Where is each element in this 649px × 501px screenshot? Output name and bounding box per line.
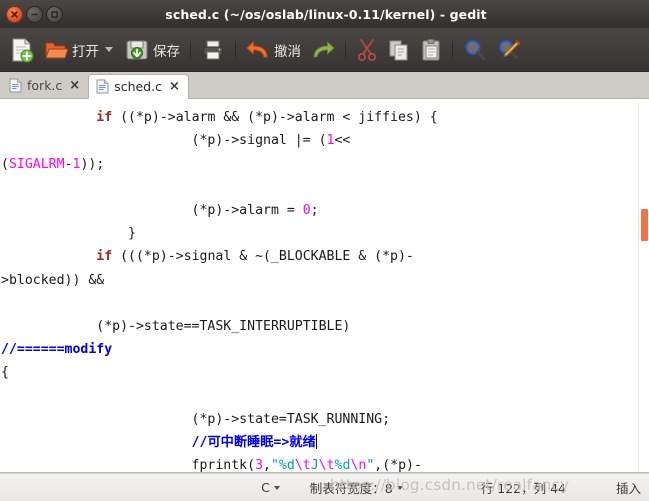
tab-sched-c[interactable]: sched.c ×: [88, 74, 189, 99]
tab-close-icon[interactable]: ×: [69, 79, 80, 92]
editor-top-clip: [0, 99, 649, 103]
toolbar-separator-2: [235, 36, 236, 63]
save-button-label: 保存: [153, 43, 180, 60]
minimize-glyph: [31, 13, 38, 15]
code-line: }: [1, 226, 136, 242]
cursor-position-label: 行 122，列 44: [480, 481, 566, 496]
toolbar-separator-3: [345, 36, 346, 63]
open-button-label: 打开: [72, 43, 99, 60]
code-line: >blocked)) &&: [1, 272, 105, 288]
code-content[interactable]: if ((*p)->alarm && (*p)->alarm < jiffies…: [0, 99, 649, 473]
title-bar: sched.c (~/os/oslab/linux-0.11/kernel) -…: [0, 0, 649, 28]
cut-button[interactable]: [351, 32, 383, 68]
code-line: {: [1, 365, 9, 381]
code-line: if (((*p)->signal & ~(_BLOCKABLE & (*p)-: [96, 249, 414, 265]
cut-scissors-icon: [357, 38, 377, 61]
language-selector[interactable]: C: [261, 480, 280, 495]
minimize-icon[interactable]: [26, 5, 43, 23]
tab-fork-c[interactable]: fork.c ×: [2, 73, 88, 98]
replace-icon: [499, 39, 521, 59]
maximize-glyph: [51, 10, 58, 18]
chevron-down-icon[interactable]: [105, 47, 113, 52]
paste-icon: [422, 38, 440, 60]
gedit-window: sched.c (~/os/oslab/linux-0.11/kernel) -…: [0, 0, 649, 501]
insert-mode-label: 插入: [615, 481, 641, 496]
document-icon: [96, 79, 109, 94]
window-title: sched.c (~/os/oslab/linux-0.11/kernel) -…: [165, 6, 487, 22]
undo-arrow-icon: [246, 41, 268, 57]
language-label: C: [261, 480, 270, 495]
tab-label: sched.c: [114, 79, 162, 94]
maximize-icon[interactable]: [46, 5, 63, 23]
find-button[interactable]: [458, 32, 492, 68]
chevron-down-icon[interactable]: [273, 485, 280, 490]
insert-mode[interactable]: 插入: [616, 478, 641, 497]
vertical-scrollbar[interactable]: [638, 99, 649, 472]
print-button[interactable]: [196, 32, 230, 68]
code-line: //======modify: [1, 342, 113, 358]
chevron-down-icon[interactable]: [396, 485, 403, 490]
code-line: (*p)->signal |= (1<<: [1, 133, 351, 149]
undo-button-label: 撤消: [274, 43, 301, 60]
print-icon: [203, 40, 223, 59]
tab-label: fork.c: [27, 78, 63, 93]
replace-button[interactable]: [492, 32, 526, 68]
cursor-position: 行 122，列 44: [481, 478, 566, 497]
save-button[interactable]: 保存: [120, 32, 185, 68]
toolbar: 打开 保存 撤消: [0, 28, 649, 72]
code-line: (SIGALRM-1));: [1, 156, 105, 172]
code-line: (*p)->state=TASK_RUNNING;: [1, 411, 391, 427]
code-line: fprintk(3,"%d\tJ\t%d\n",(*p)-: [1, 458, 422, 473]
tab-close-icon[interactable]: ×: [169, 80, 180, 93]
text-cursor: [315, 433, 317, 449]
close-icon[interactable]: [6, 5, 23, 23]
status-bar: C 制表符宽度：8 行 122，列 44 插入 https://blog.csd…: [0, 473, 649, 501]
undo-button[interactable]: 撤消: [241, 32, 306, 68]
code-line: //可中断睡眠=>就绪: [191, 433, 317, 450]
copy-button[interactable]: [383, 32, 415, 68]
open-button[interactable]: 打开: [39, 32, 120, 68]
editor-area[interactable]: if ((*p)->alarm && (*p)->alarm < jiffies…: [0, 99, 649, 473]
toolbar-separator-4: [452, 36, 453, 63]
code-line: (*p)->state==TASK_INTERRUPTIBLE): [1, 318, 351, 334]
code-line: if ((*p)->alarm && (*p)->alarm < jiffies…: [96, 110, 438, 126]
copy-icon: [389, 40, 408, 60]
toolbar-separator-1: [190, 36, 191, 63]
redo-arrow-icon: [313, 41, 335, 57]
code-line: (*p)->alarm = 0;: [1, 202, 319, 218]
open-folder-icon: [45, 42, 68, 58]
tab-bar: fork.c × sched.c ×: [0, 72, 649, 99]
tab-width-selector[interactable]: 制表符宽度：8: [310, 478, 403, 497]
save-disk-icon: [126, 39, 148, 60]
window-controls: [6, 5, 63, 23]
new-document-icon: [12, 37, 34, 62]
tab-width-label: 制表符宽度：8: [309, 481, 393, 496]
scrollbar-marker[interactable]: [641, 209, 648, 241]
document-icon: [9, 78, 22, 93]
new-document-button[interactable]: [5, 32, 39, 68]
paste-button[interactable]: [415, 32, 447, 68]
find-magnifier-icon: [465, 39, 486, 61]
redo-button[interactable]: [306, 32, 340, 68]
close-glyph: [11, 10, 18, 18]
